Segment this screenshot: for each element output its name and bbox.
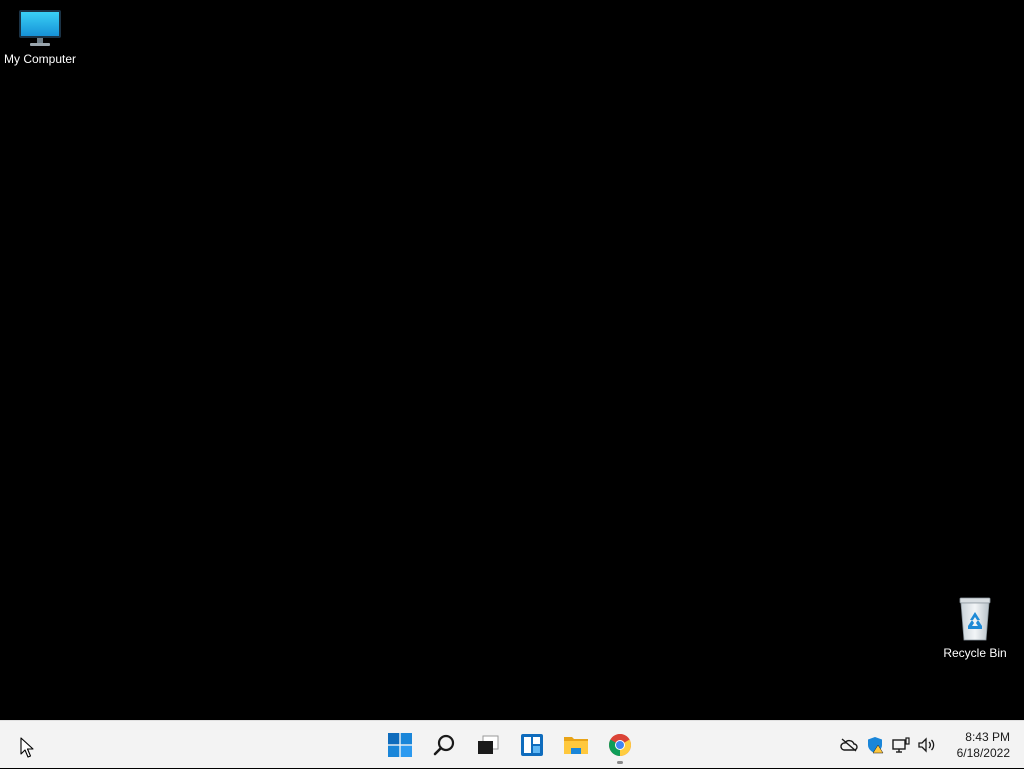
- start-button[interactable]: [380, 725, 420, 765]
- network-icon: [892, 737, 910, 753]
- monitor-icon: [19, 10, 61, 46]
- onedrive-status-button[interactable]: [838, 734, 860, 756]
- mouse-cursor-icon: [20, 737, 34, 758]
- widgets-button[interactable]: [512, 725, 552, 765]
- taskbar: 8:43 PM 6/18/2022: [0, 720, 1024, 768]
- system-tray: [838, 721, 938, 769]
- volume-icon: [918, 737, 935, 753]
- task-view-button[interactable]: [468, 725, 508, 765]
- search-button[interactable]: [424, 725, 464, 765]
- desktop-icon-label: Recycle Bin: [943, 646, 1007, 660]
- network-button[interactable]: [890, 734, 912, 756]
- clock-time: 8:43 PM: [965, 730, 1010, 744]
- task-view-icon: [478, 735, 499, 754]
- recycle-bin-icon: [959, 597, 991, 641]
- security-status-button[interactable]: [864, 734, 886, 756]
- widgets-icon: [521, 734, 543, 756]
- security-warning-icon: [868, 737, 884, 754]
- taskbar-apps: [380, 721, 640, 769]
- desktop-icon-recycle-bin[interactable]: Recycle Bin: [935, 596, 1015, 660]
- file-explorer-button[interactable]: [556, 725, 596, 765]
- desktop-icon-label: My Computer: [3, 52, 77, 66]
- clock-date: 6/18/2022: [956, 746, 1010, 760]
- chrome-icon: [609, 734, 631, 756]
- desktop-icon-my-computer[interactable]: My Computer: [0, 8, 80, 66]
- chrome-button[interactable]: [600, 725, 640, 765]
- taskbar-clock[interactable]: 8:43 PM 6/18/2022: [940, 729, 1010, 761]
- windows-start-icon: [388, 733, 412, 757]
- folder-icon: [564, 737, 588, 754]
- desktop[interactable]: My Computer Recycle Bin: [0, 0, 1024, 720]
- onedrive-offline-icon: [840, 738, 858, 752]
- search-icon: [433, 734, 455, 756]
- volume-button[interactable]: [916, 734, 938, 756]
